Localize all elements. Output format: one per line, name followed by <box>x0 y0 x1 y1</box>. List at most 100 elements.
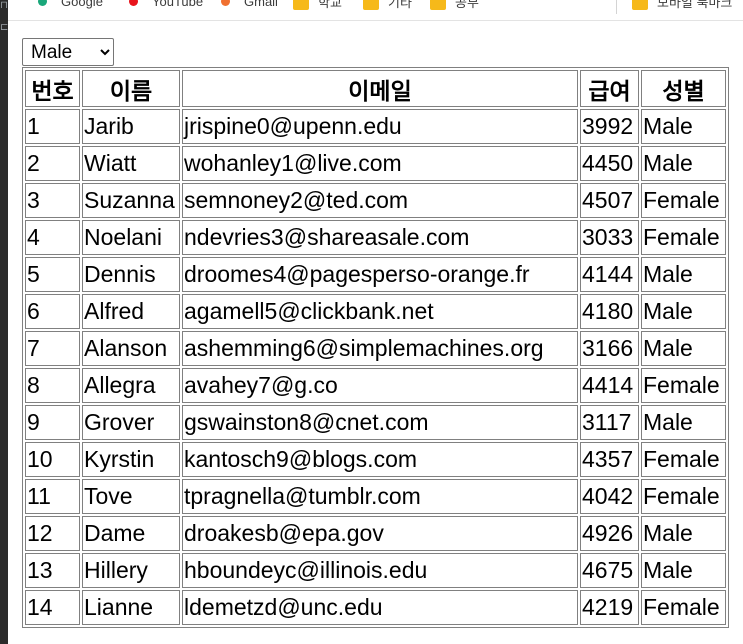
cell-email: hboundeyc@illinois.edu <box>182 553 578 588</box>
cell-number: 10 <box>25 442 80 477</box>
editor-sidebar-strip: ⊓ ⊏ <box>0 0 8 644</box>
cell-gender: Male <box>641 294 726 329</box>
youtube-dot-icon <box>129 0 138 6</box>
cell-salary: 3166 <box>580 331 639 366</box>
folder-glyph-icon: ⊓ <box>0 0 8 11</box>
folder-icon <box>430 0 446 10</box>
folder-icon <box>632 0 648 10</box>
cell-gender: Female <box>641 442 726 477</box>
cell-gender: Male <box>641 109 726 144</box>
cell-gender: Female <box>641 220 726 255</box>
cell-gender: Male <box>641 257 726 292</box>
cell-name: Dennis <box>82 257 180 292</box>
cell-gender: Male <box>641 553 726 588</box>
bookmark-google[interactable]: Google <box>38 0 103 10</box>
table-row: 9 Grover gswainston8@cnet.com 3117 Male <box>25 405 726 440</box>
cell-email: jrispine0@upenn.edu <box>182 109 578 144</box>
cell-number: 13 <box>25 553 80 588</box>
bookmark-label: 기타 <box>388 0 412 10</box>
cell-name: Hillery <box>82 553 180 588</box>
cell-salary: 3117 <box>580 405 639 440</box>
bookmark-folder-mobile[interactable]: 모바일 북마크 <box>632 0 732 10</box>
cell-number: 4 <box>25 220 80 255</box>
header-number: 번호 <box>25 70 80 107</box>
cell-salary: 4219 <box>580 590 639 625</box>
cell-email: wohanley1@live.com <box>182 146 578 181</box>
cell-number: 9 <box>25 405 80 440</box>
gmail-dot-icon <box>221 0 230 6</box>
cell-gender: Male <box>641 405 726 440</box>
cell-number: 2 <box>25 146 80 181</box>
bookmark-youtube[interactable]: YouTube <box>129 0 203 10</box>
bookmarks-bar: Google YouTube Gmail 학교 기타 공부 모바일 북마크 <box>8 0 743 21</box>
bookmark-label: 모바일 북마크 <box>657 0 733 10</box>
gender-filter-select[interactable]: Male <box>22 38 114 66</box>
cell-name: Grover <box>82 405 180 440</box>
header-email: 이메일 <box>182 70 578 107</box>
table-row: 4 Noelani ndevries3@shareasale.com 3033 Fema… <box>25 220 726 255</box>
folder-icon <box>293 0 309 10</box>
cell-salary: 4042 <box>580 479 639 514</box>
cell-gender: Male <box>641 516 726 551</box>
bookmark-folder-etc[interactable]: 기타 <box>363 0 412 10</box>
cell-number: 7 <box>25 331 80 366</box>
table-row: 8 Allegra avahey7@g.co 4414 Female <box>25 368 726 403</box>
cell-number: 12 <box>25 516 80 551</box>
cell-salary: 3033 <box>580 220 639 255</box>
cell-email: droakesb@epa.gov <box>182 516 578 551</box>
cell-gender: Female <box>641 590 726 625</box>
google-dot-icon <box>38 0 47 6</box>
cell-name: Noelani <box>82 220 180 255</box>
cell-salary: 4414 <box>580 368 639 403</box>
cell-salary: 4926 <box>580 516 639 551</box>
table-row: 7 Alanson ashemming6@simplemachines.org 316… <box>25 331 726 366</box>
cell-email: ldemetzd@unc.edu <box>182 590 578 625</box>
cell-salary: 4144 <box>580 257 639 292</box>
cell-email: droomes4@pagesperso-orange.fr <box>182 257 578 292</box>
bookmark-folder-study[interactable]: 공부 <box>430 0 479 10</box>
header-gender: 성별 <box>641 70 726 107</box>
cell-number: 1 <box>25 109 80 144</box>
cell-salary: 4450 <box>580 146 639 181</box>
table-row: 3 Suzanna semnoney2@ted.com 4507 Female <box>25 183 726 218</box>
cell-email: avahey7@g.co <box>182 368 578 403</box>
table-row: 10 Kyrstin kantosch9@blogs.com 4357 Female <box>25 442 726 477</box>
table-row: 5 Dennis droomes4@pagesperso-orange.fr 4144… <box>25 257 726 292</box>
cell-number: 14 <box>25 590 80 625</box>
header-salary: 급여 <box>580 70 639 107</box>
bookmark-gmail[interactable]: Gmail <box>221 0 278 10</box>
cell-salary: 4675 <box>580 553 639 588</box>
table-row: 6 Alfred agamell5@clickbank.net 4180 Male <box>25 294 726 329</box>
bookmark-label: Gmail <box>244 0 278 9</box>
cell-email: agamell5@clickbank.net <box>182 294 578 329</box>
table-row: 2 Wiatt wohanley1@live.com 4450 Male <box>25 146 726 181</box>
bookmarks-divider <box>616 0 617 14</box>
cell-email: ndevries3@shareasale.com <box>182 220 578 255</box>
cell-email: semnoney2@ted.com <box>182 183 578 218</box>
cell-name: Jarib <box>82 109 180 144</box>
bookmark-label: 공부 <box>455 0 479 10</box>
bookmark-label: YouTube <box>152 0 204 9</box>
cell-number: 11 <box>25 479 80 514</box>
cell-name: Kyrstin <box>82 442 180 477</box>
cell-salary: 3992 <box>580 109 639 144</box>
bookmark-folder-school[interactable]: 학교 <box>293 0 342 10</box>
cell-name: Alfred <box>82 294 180 329</box>
cell-name: Dame <box>82 516 180 551</box>
cell-email: tpragnella@tumblr.com <box>182 479 578 514</box>
cell-gender: Male <box>641 146 726 181</box>
cell-salary: 4180 <box>580 294 639 329</box>
table-row: 12 Dame droakesb@epa.gov 4926 Male <box>25 516 726 551</box>
cell-number: 5 <box>25 257 80 292</box>
cell-name: Wiatt <box>82 146 180 181</box>
cell-salary: 4357 <box>580 442 639 477</box>
table-row: 14 Lianne ldemetzd@unc.edu 4219 Female <box>25 590 726 625</box>
table-row: 13 Hillery hboundeyc@illinois.edu 4675 Male <box>25 553 726 588</box>
cell-name: Tove <box>82 479 180 514</box>
code-glyph-icon: ⊏ <box>0 22 9 33</box>
cell-name: Suzanna <box>82 183 180 218</box>
cell-number: 8 <box>25 368 80 403</box>
cell-gender: Female <box>641 479 726 514</box>
cell-salary: 4507 <box>580 183 639 218</box>
table-row: 11 Tove tpragnella@tumblr.com 4042 Female <box>25 479 726 514</box>
